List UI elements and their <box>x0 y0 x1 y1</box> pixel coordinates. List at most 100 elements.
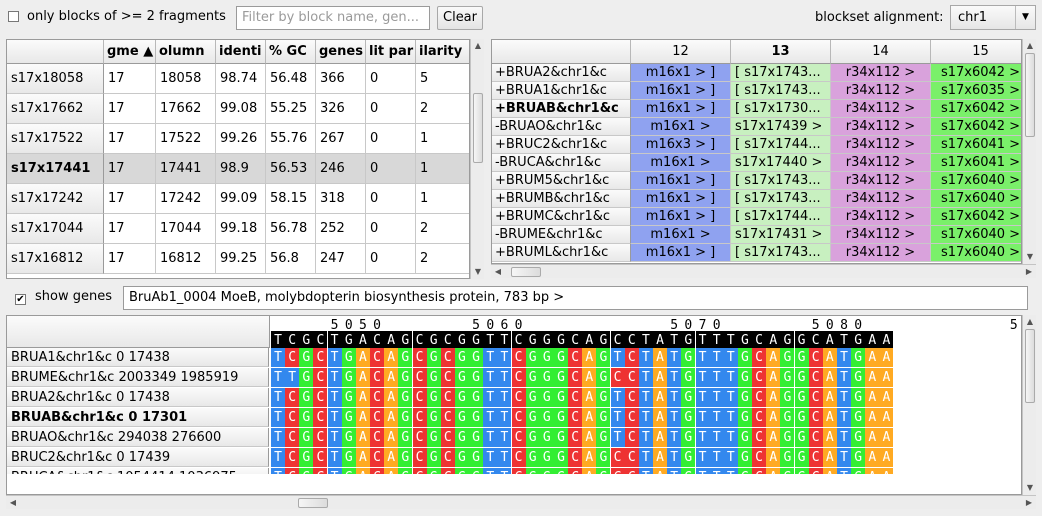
row-name[interactable]: s17x18058 <box>7 64 104 94</box>
fragment-cell[interactable]: r34x112 > <box>831 208 931 226</box>
scroll-right-arrow-icon[interactable]: ▶ <box>1022 265 1036 279</box>
fragment-cell[interactable]: m16x1 > <box>631 226 731 244</box>
column-header[interactable]: identi <box>216 40 266 64</box>
fragment-cell[interactable]: r34x112 > <box>831 154 931 172</box>
fragment-cell[interactable]: s17x6042 > <box>931 208 1021 226</box>
fragment-cell[interactable]: s17x6035 > <box>931 82 1021 100</box>
scroll-up-arrow-icon[interactable]: ▲ <box>471 39 485 53</box>
column-header[interactable]: 15 <box>931 40 1021 64</box>
scroll-right-arrow-icon[interactable]: ▶ <box>1022 496 1036 510</box>
checkbox-box[interactable] <box>15 294 26 305</box>
row-name[interactable]: s17x17044 <box>7 214 104 244</box>
column-header[interactable]: ɡme ▲ <box>104 40 156 64</box>
fragments-table-vscrollbar[interactable]: ▲ ▼ <box>1022 39 1036 264</box>
fragment-cell[interactable]: s17x6042 > <box>931 100 1021 118</box>
table-row[interactable]: s17x18058 17 18058 98.74 56.48 366 0 5 <box>7 64 469 94</box>
fragment-cell[interactable]: m16x1 > ] <box>631 190 731 208</box>
fragment-cell[interactable]: s17x17431 > <box>731 226 831 244</box>
scroll-thumb[interactable] <box>1025 53 1035 137</box>
alignment-vscrollbar[interactable]: ▲ ▼ <box>1022 315 1036 495</box>
scroll-down-arrow-icon[interactable]: ▼ <box>1023 250 1037 264</box>
fragment-row-name[interactable]: +BRUMB&chr1&c <box>492 190 631 208</box>
table-row[interactable]: s17x17242 17 17242 99.09 58.15 318 0 1 <box>7 184 469 214</box>
fragment-cell[interactable]: m16x1 > ] <box>631 100 731 118</box>
fragment-cell[interactable]: r34x112 > <box>831 226 931 244</box>
fragment-cell[interactable]: [ s17x1743... <box>731 82 831 100</box>
fragment-cell[interactable]: [ s17x1743... <box>731 64 831 82</box>
table-row[interactable]: s17x17044 17 17044 99.18 56.78 252 0 2 <box>7 214 469 244</box>
block-filter-input[interactable]: Filter by block name, gen... <box>236 6 430 30</box>
fragment-row-name[interactable]: +BRUC2&chr1&c <box>492 136 631 154</box>
fragment-cell[interactable]: r34x112 > <box>831 172 931 190</box>
row-name[interactable]: s17x16812 <box>7 244 104 274</box>
column-header[interactable]: 12 <box>631 40 731 64</box>
fragment-cell[interactable]: s17x6040 > <box>931 190 1021 208</box>
fragment-cell[interactable]: s17x6040 > <box>931 172 1021 190</box>
blockset-select[interactable]: chr1 ▼ <box>950 5 1036 30</box>
row-name[interactable]: s17x17662 <box>7 94 104 124</box>
table-row[interactable]: s17x17441 17 17441 98.9 56.53 246 0 1 <box>7 154 469 184</box>
fragment-cell[interactable]: s17x6042 > <box>931 64 1021 82</box>
scroll-up-arrow-icon[interactable]: ▲ <box>1023 39 1037 53</box>
fragment-row-name[interactable]: -BRUAO&chr1&c <box>492 118 631 136</box>
fragment-cell[interactable]: r34x112 > <box>831 118 931 136</box>
fragment-cell[interactable]: [ s17x1744... <box>731 208 831 226</box>
table-row[interactable]: s17x17662 17 17662 99.08 55.25 326 0 2 <box>7 94 469 124</box>
fragment-cell[interactable]: r34x112 > <box>831 190 931 208</box>
fragment-cell[interactable]: [ s17x1743... <box>731 190 831 208</box>
gene-info-field[interactable]: BruAb1_0004 MoeB, molybdopterin biosynth… <box>123 286 1028 310</box>
alignment-hscrollbar[interactable]: ◀ ▶ <box>6 495 1036 509</box>
scroll-left-arrow-icon[interactable]: ◀ <box>491 265 505 279</box>
fragment-cell[interactable]: s17x6040 > <box>931 226 1021 244</box>
fragments-filter-checkbox[interactable] <box>8 11 19 26</box>
column-header[interactable]: % GC <box>266 40 316 64</box>
table-row[interactable]: s17x16812 17 16812 99.25 56.8 247 0 2 <box>7 244 469 274</box>
fragment-cell[interactable]: m16x1 > ] <box>631 244 731 262</box>
column-header[interactable]: 13 <box>731 40 831 64</box>
fragment-cell[interactable]: r34x112 > <box>831 100 931 118</box>
scroll-thumb[interactable] <box>473 93 483 163</box>
column-header[interactable]: lit par <box>366 40 416 64</box>
fragment-cell[interactable]: m16x1 > ] <box>631 64 731 82</box>
fragment-cell[interactable]: r34x112 > <box>831 82 931 100</box>
fragment-cell[interactable]: [ s17x1743... <box>731 172 831 190</box>
fragment-row-name[interactable]: -BRUME&chr1&c <box>492 226 631 244</box>
fragment-cell[interactable]: s17x6041 > <box>931 136 1021 154</box>
fragment-cell[interactable]: s17x6040 > <box>931 244 1021 262</box>
fragment-cell[interactable]: [ s17x1743... <box>731 244 831 262</box>
scroll-up-arrow-icon[interactable]: ▲ <box>1023 315 1037 329</box>
column-header[interactable]: genes <box>316 40 366 64</box>
fragment-cell[interactable]: [ s17x1744... <box>731 136 831 154</box>
scroll-down-arrow-icon[interactable]: ▼ <box>1023 481 1037 495</box>
fragment-row-name[interactable]: +BRUML&chr1&c <box>492 244 631 262</box>
chevron-down-icon[interactable]: ▼ <box>1015 6 1035 29</box>
fragment-cell[interactable]: r34x112 > <box>831 136 931 154</box>
fragment-cell[interactable]: m16x1 > <box>631 154 731 172</box>
column-header[interactable]: 14 <box>831 40 931 64</box>
fragment-row-name[interactable]: +BRUM5&chr1&c <box>492 172 631 190</box>
show-genes-checkbox[interactable] <box>15 291 26 306</box>
fragment-row-name[interactable]: -BRUCA&chr1&c <box>492 154 631 172</box>
column-header[interactable]: ilarity <box>416 40 469 64</box>
fragment-cell[interactable]: s17x17440 > <box>731 154 831 172</box>
table-row[interactable]: s17x17522 17 17522 99.26 55.76 267 0 1 <box>7 124 469 154</box>
fragment-cell[interactable]: r34x112 > <box>831 64 931 82</box>
blocks-table-vscrollbar[interactable]: ▲ ▼ <box>470 39 484 279</box>
scroll-left-arrow-icon[interactable]: ◀ <box>6 496 20 510</box>
fragments-table-hscrollbar[interactable]: ◀ ▶ <box>491 264 1036 278</box>
fragment-cell[interactable]: s17x6041 > <box>931 154 1021 172</box>
checkbox-box[interactable] <box>8 11 19 22</box>
column-header[interactable]: olumn <box>156 40 216 64</box>
fragment-cell[interactable]: m16x1 > <box>631 118 731 136</box>
fragment-cell[interactable]: [ s17x1730... <box>731 100 831 118</box>
fragment-row-name[interactable]: +BRUMC&chr1&c <box>492 208 631 226</box>
fragment-row-name[interactable]: +BRUAB&chr1&c <box>492 100 631 118</box>
scroll-thumb[interactable] <box>1025 329 1035 403</box>
scroll-thumb[interactable] <box>298 498 328 508</box>
fragment-row-name[interactable]: +BRUA2&chr1&c <box>492 64 631 82</box>
fragment-cell[interactable]: m16x1 > ] <box>631 208 731 226</box>
fragment-cell[interactable]: s17x6042 > <box>931 118 1021 136</box>
fragment-cell[interactable]: s17x17439 > <box>731 118 831 136</box>
fragment-cell[interactable]: m16x1 > ] <box>631 82 731 100</box>
scroll-down-arrow-icon[interactable]: ▼ <box>471 265 485 279</box>
